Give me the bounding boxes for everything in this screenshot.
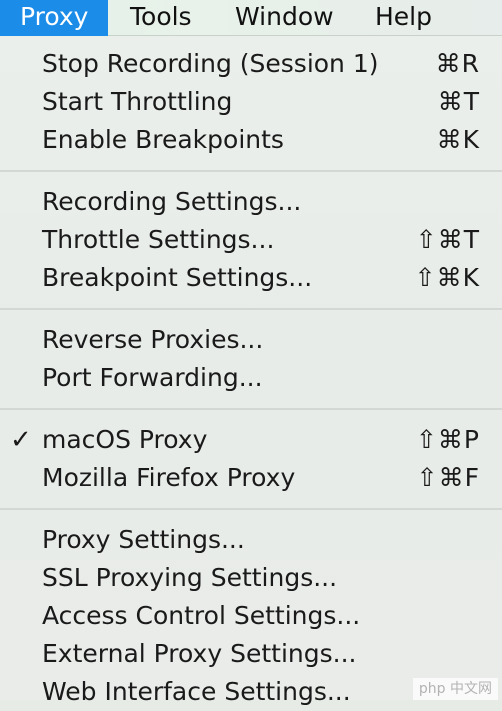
menu-item-shortcut: ⌘K xyxy=(436,125,480,154)
menu-item-label: Reverse Proxies... xyxy=(42,325,264,354)
menu-item-external-proxy-settings[interactable]: External Proxy Settings... xyxy=(0,635,502,673)
menu-tools[interactable]: Tools xyxy=(110,0,212,36)
menu-item-label: Recording Settings... xyxy=(42,187,302,216)
proxy-menu-dropdown: Stop Recording (Session 1) ⌘R Start Thro… xyxy=(0,36,502,706)
menu-item-macos-proxy[interactable]: ✓ macOS Proxy ⇧⌘P xyxy=(0,421,502,459)
menu-item-firefox-proxy[interactable]: Mozilla Firefox Proxy ⇧⌘F xyxy=(0,459,502,497)
menu-item-label: SSL Proxying Settings... xyxy=(42,563,338,592)
menu-item-reverse-proxies[interactable]: Reverse Proxies... xyxy=(0,321,502,359)
menu-item-label: Proxy Settings... xyxy=(42,525,245,554)
menu-item-port-forwarding[interactable]: Port Forwarding... xyxy=(0,359,502,397)
checkmark-icon: ✓ xyxy=(10,425,32,455)
menu-separator xyxy=(0,508,502,510)
menu-bar: Proxy Tools Window Help xyxy=(0,0,502,36)
menu-item-access-control-settings[interactable]: Access Control Settings... xyxy=(0,597,502,635)
menu-help[interactable]: Help xyxy=(355,0,452,36)
menu-separator xyxy=(0,408,502,410)
menu-item-shortcut: ⇧⌘P xyxy=(415,425,480,454)
menu-separator xyxy=(0,170,502,172)
menu-item-start-throttling[interactable]: Start Throttling ⌘T xyxy=(0,83,502,121)
menu-item-throttle-settings[interactable]: Throttle Settings... ⇧⌘T xyxy=(0,221,502,259)
menu-item-label: macOS Proxy xyxy=(42,425,208,454)
menu-item-label: Throttle Settings... xyxy=(42,225,275,254)
menu-item-label: Breakpoint Settings... xyxy=(42,263,313,292)
menu-proxy[interactable]: Proxy xyxy=(0,0,109,36)
menu-item-ssl-proxying-settings[interactable]: SSL Proxying Settings... xyxy=(0,559,502,597)
menu-item-label: External Proxy Settings... xyxy=(42,639,357,668)
menu-item-label: Web Interface Settings... xyxy=(42,677,351,706)
menu-item-proxy-settings[interactable]: Proxy Settings... xyxy=(0,521,502,559)
menu-item-recording-settings[interactable]: Recording Settings... xyxy=(0,183,502,221)
menu-item-shortcut: ⇧⌘F xyxy=(416,463,480,492)
menu-item-label: Enable Breakpoints xyxy=(42,125,284,154)
menu-item-label: Mozilla Firefox Proxy xyxy=(42,463,296,492)
menu-item-label: Access Control Settings... xyxy=(42,601,361,630)
menu-window[interactable]: Window xyxy=(215,0,354,36)
menu-item-shortcut: ⌘R xyxy=(435,49,480,78)
menu-item-shortcut: ⇧⌘K xyxy=(414,263,480,292)
watermark-logo: php 中文网 xyxy=(412,678,498,700)
menu-item-label: Stop Recording (Session 1) xyxy=(42,49,379,78)
menu-item-shortcut: ⇧⌘T xyxy=(415,225,480,254)
menu-item-shortcut: ⌘T xyxy=(437,87,480,116)
menu-item-breakpoint-settings[interactable]: Breakpoint Settings... ⇧⌘K xyxy=(0,259,502,297)
menu-separator xyxy=(0,308,502,310)
menu-item-label: Port Forwarding... xyxy=(42,363,263,392)
menu-item-label: Start Throttling xyxy=(42,87,233,116)
menu-item-stop-recording[interactable]: Stop Recording (Session 1) ⌘R xyxy=(0,45,502,83)
menu-item-enable-breakpoints[interactable]: Enable Breakpoints ⌘K xyxy=(0,121,502,159)
